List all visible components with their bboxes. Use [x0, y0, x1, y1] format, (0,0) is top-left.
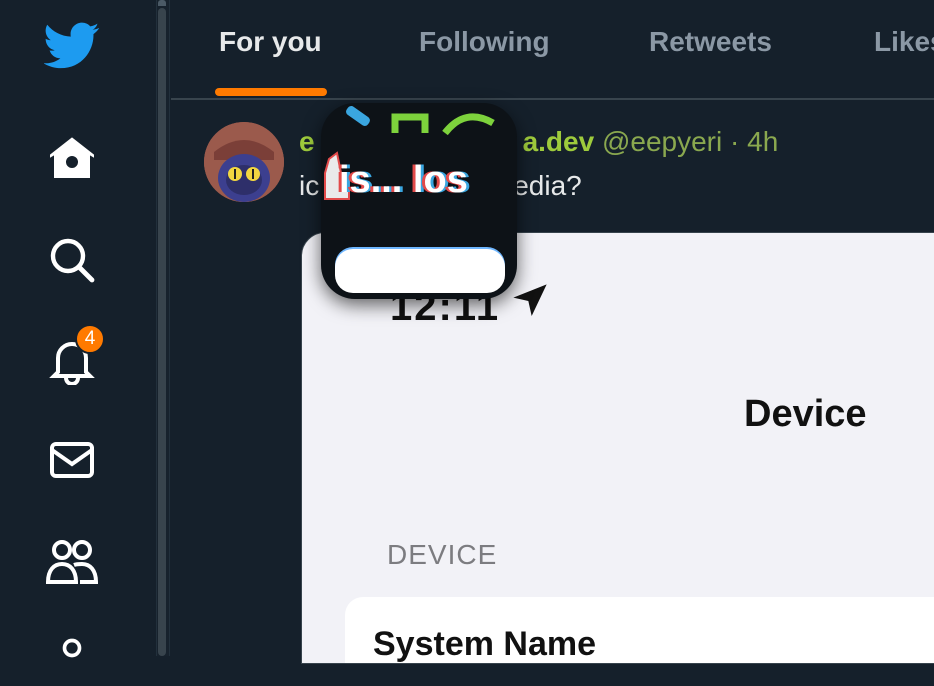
location-arrow-icon	[513, 284, 547, 316]
main-timeline: For you Following Retweets Likes ea.dev …	[171, 0, 934, 664]
scrollbar-thumb[interactable]	[158, 8, 166, 656]
tweet-text-end: edia?	[513, 170, 582, 201]
section-header: DEVICE	[387, 539, 498, 570]
overlay-bar	[335, 249, 505, 293]
search-icon[interactable]	[44, 232, 100, 288]
profile-icon[interactable]	[44, 630, 100, 686]
tab-for-you[interactable]: For you	[219, 26, 322, 58]
tweet-author-name-end[interactable]: a.dev	[523, 126, 595, 157]
tweet-timestamp[interactable]: · 4h	[730, 126, 778, 157]
glitch-pattern-icon	[346, 106, 495, 136]
overlay-text: is... los	[339, 159, 468, 201]
tab-likes[interactable]: Likes	[874, 26, 934, 58]
sidebar-nav: 4	[0, 0, 156, 658]
tweet-text-start: ic	[299, 170, 320, 201]
notification-count-badge: 4	[75, 324, 105, 354]
tab-following[interactable]: Following	[419, 26, 550, 58]
floating-app-icon-overlay: is... los	[321, 103, 517, 299]
timeline-tabs: For you Following Retweets Likes	[171, 0, 934, 100]
tweet-author-name-start[interactable]: e	[299, 126, 315, 157]
communities-icon[interactable]	[44, 534, 100, 590]
scrollbar-arrow[interactable]	[158, 0, 166, 6]
avatar[interactable]	[204, 122, 284, 202]
twitter-logo-icon[interactable]	[44, 18, 100, 74]
tweet-author-handle[interactable]: @eepyeri	[602, 126, 722, 157]
tab-retweets[interactable]: Retweets	[649, 26, 772, 58]
active-tab-indicator	[215, 88, 327, 96]
settings-row-label: System Name	[373, 625, 597, 663]
messages-icon[interactable]	[44, 432, 100, 488]
screen-title: Device	[744, 393, 867, 435]
home-icon[interactable]	[44, 130, 100, 186]
